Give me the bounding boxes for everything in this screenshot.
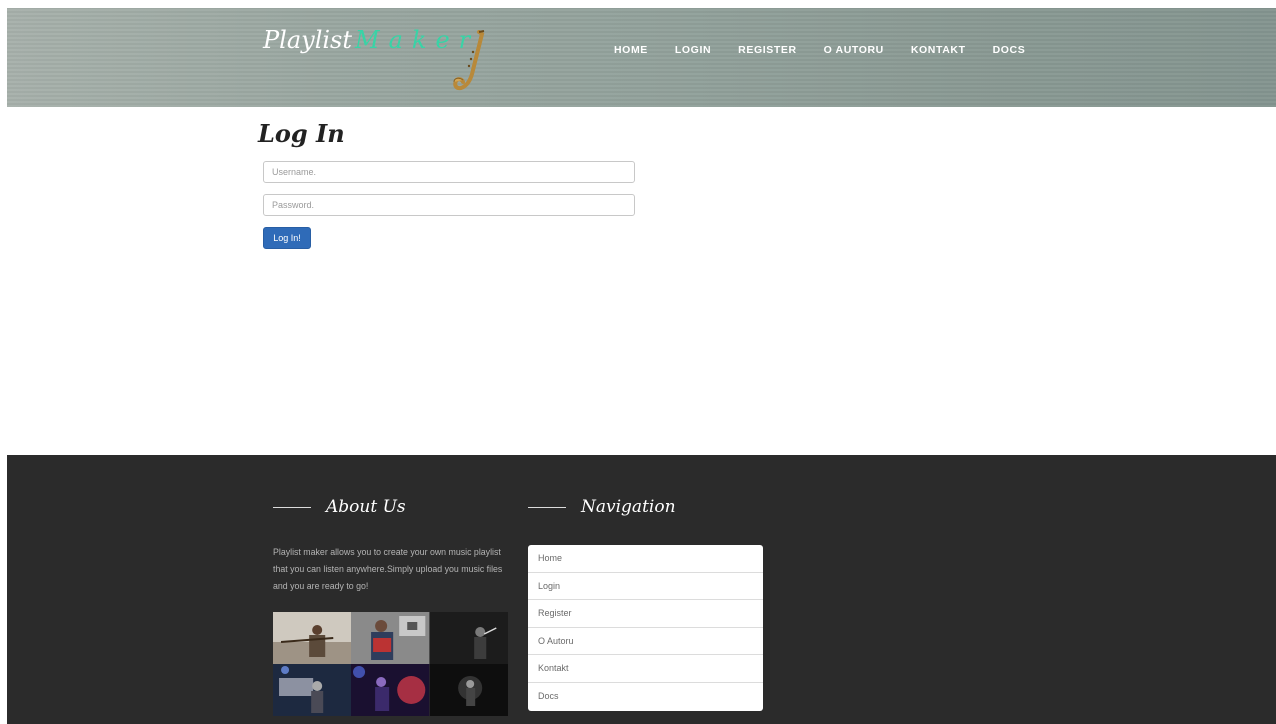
site-logo[interactable]: Playlist Maker [263,26,479,54]
nav-login[interactable]: LOGIN [675,44,711,56]
nav-home[interactable]: HOME [614,44,648,56]
password-input[interactable] [263,194,635,216]
gallery-photo[interactable] [429,612,508,664]
gallery-photo[interactable] [273,612,352,664]
logo-main-text: Playlist [263,26,353,54]
footer-nav-home[interactable]: Home [528,545,763,573]
nav-o-autoru[interactable]: O AUTORU [824,44,884,56]
footer-nav-kontakt[interactable]: Kontakt [528,655,763,683]
nav-kontakt[interactable]: KONTAKT [911,44,966,56]
gallery-photo[interactable] [273,664,352,716]
about-text: Playlist maker allows you to create your… [273,547,503,591]
main-nav: HOME LOGIN REGISTER O AUTORU KONTAKT DOC… [614,44,1052,56]
nav-register[interactable]: REGISTER [738,44,796,56]
gallery-photo[interactable] [429,664,508,716]
username-input[interactable] [263,161,635,183]
nav-docs[interactable]: DOCS [993,44,1026,56]
navigation-title: Navigation [581,497,676,517]
heading-divider [273,506,311,508]
site-header: Playlist Maker HOME LOGIN REGISTER O AUTO… [7,8,1276,107]
gallery-photo[interactable] [351,664,430,716]
photo-gallery [273,612,508,716]
saxophone-icon [453,30,485,91]
footer-nav-register[interactable]: Register [528,600,763,628]
page: Playlist Maker HOME LOGIN REGISTER O AUTO… [0,0,1276,724]
about-heading: About Us [273,497,406,517]
gallery-photo[interactable] [351,612,430,664]
heading-divider [528,506,566,508]
footer-navigation-list: Home Login Register O Autoru Kontakt Doc… [528,545,763,711]
about-title: About Us [326,497,406,517]
login-title: Log In [258,119,345,148]
footer-nav-login[interactable]: Login [528,573,763,601]
navigation-heading: Navigation [528,497,676,517]
footer-nav-docs[interactable]: Docs [528,683,763,711]
footer-nav-o-autoru[interactable]: O Autoru [528,628,763,656]
site-footer: About Us Navigation Playlist maker allow… [7,455,1276,724]
login-button[interactable]: Log In! [263,227,311,249]
